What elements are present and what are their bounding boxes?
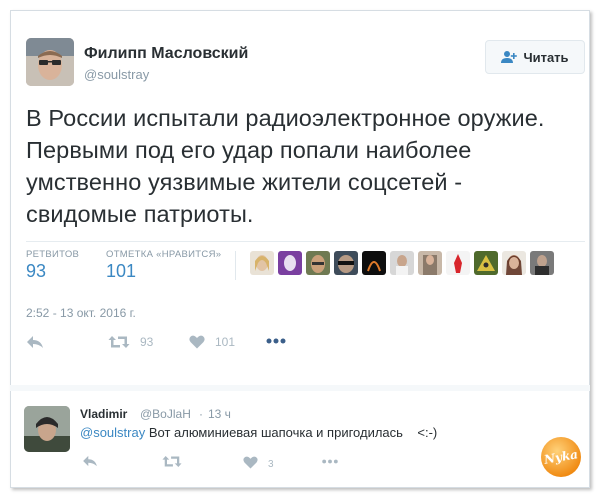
reply-body: Вот алюминиевая шапочка и пригодилась <:…: [145, 425, 438, 440]
more-icon: [322, 459, 338, 464]
liker-avatar[interactable]: [334, 251, 358, 275]
like-action[interactable]: 3: [243, 455, 274, 470]
tweet-timestamp[interactable]: 2:52 - 13 окт. 2016 г.: [26, 306, 136, 320]
liker-avatar[interactable]: [390, 251, 414, 275]
like-action[interactable]: 101: [189, 335, 235, 349]
retweets-label: РЕТВИТОВ: [26, 249, 80, 260]
avatar[interactable]: [26, 38, 74, 86]
reply-author-handle[interactable]: @BoJlaH: [140, 407, 191, 421]
liker-avatar[interactable]: [278, 251, 302, 275]
stats-divider: [235, 251, 236, 280]
follow-label: Читать: [523, 49, 569, 65]
divider: [26, 241, 585, 242]
liker-avatar[interactable]: [446, 251, 470, 275]
heart-icon: [189, 335, 205, 349]
retweets-count[interactable]: 93: [26, 261, 46, 282]
retweet-icon: [162, 456, 182, 467]
more-icon: [266, 338, 286, 344]
liker-avatar[interactable]: [250, 251, 274, 275]
likes-label: ОТМЕТКА «НРАВИТСЯ»: [106, 249, 222, 260]
like-count: 3: [268, 459, 274, 470]
more-action[interactable]: [321, 459, 339, 464]
reply-action[interactable]: [82, 455, 98, 467]
reply-timestamp[interactable]: 13 ч: [208, 407, 231, 421]
reply-separator: ·: [199, 407, 203, 421]
retweet-action[interactable]: 93: [108, 335, 153, 349]
divider: [10, 385, 590, 391]
author-handle[interactable]: @soulstray: [84, 67, 149, 82]
retweet-action[interactable]: [162, 455, 182, 468]
like-count: 101: [215, 335, 236, 349]
liker-avatar[interactable]: [474, 251, 498, 275]
reply-author-name[interactable]: Vladimir: [80, 407, 127, 421]
liker-avatar[interactable]: [530, 251, 554, 275]
reply-mention[interactable]: @soulstray: [80, 425, 145, 440]
liker-avatar[interactable]: [418, 251, 442, 275]
retweet-count: 93: [140, 335, 154, 349]
add-user-icon: [501, 51, 518, 63]
author-name[interactable]: Филипп Масловский: [84, 45, 248, 63]
likers-list: [250, 251, 554, 275]
likes-count[interactable]: 101: [106, 261, 136, 282]
heart-icon: [243, 456, 258, 469]
liker-avatar[interactable]: [502, 251, 526, 275]
liker-avatar[interactable]: [306, 251, 330, 275]
watermark-logo: Nyka: [540, 436, 582, 478]
retweet-icon: [108, 336, 130, 348]
follow-button[interactable]: Читать: [485, 40, 585, 74]
more-action[interactable]: [266, 338, 286, 344]
liker-avatar[interactable]: [362, 251, 386, 275]
reply-icon: [83, 455, 97, 467]
reply-text: @soulstray Вот алюминиевая шапочка и при…: [80, 425, 437, 440]
reply-action[interactable]: [26, 335, 44, 349]
avatar[interactable]: [24, 406, 70, 452]
tweet-text: В России испытали радиоэлектронное оружи…: [26, 105, 545, 227]
reply-icon: [27, 336, 43, 348]
